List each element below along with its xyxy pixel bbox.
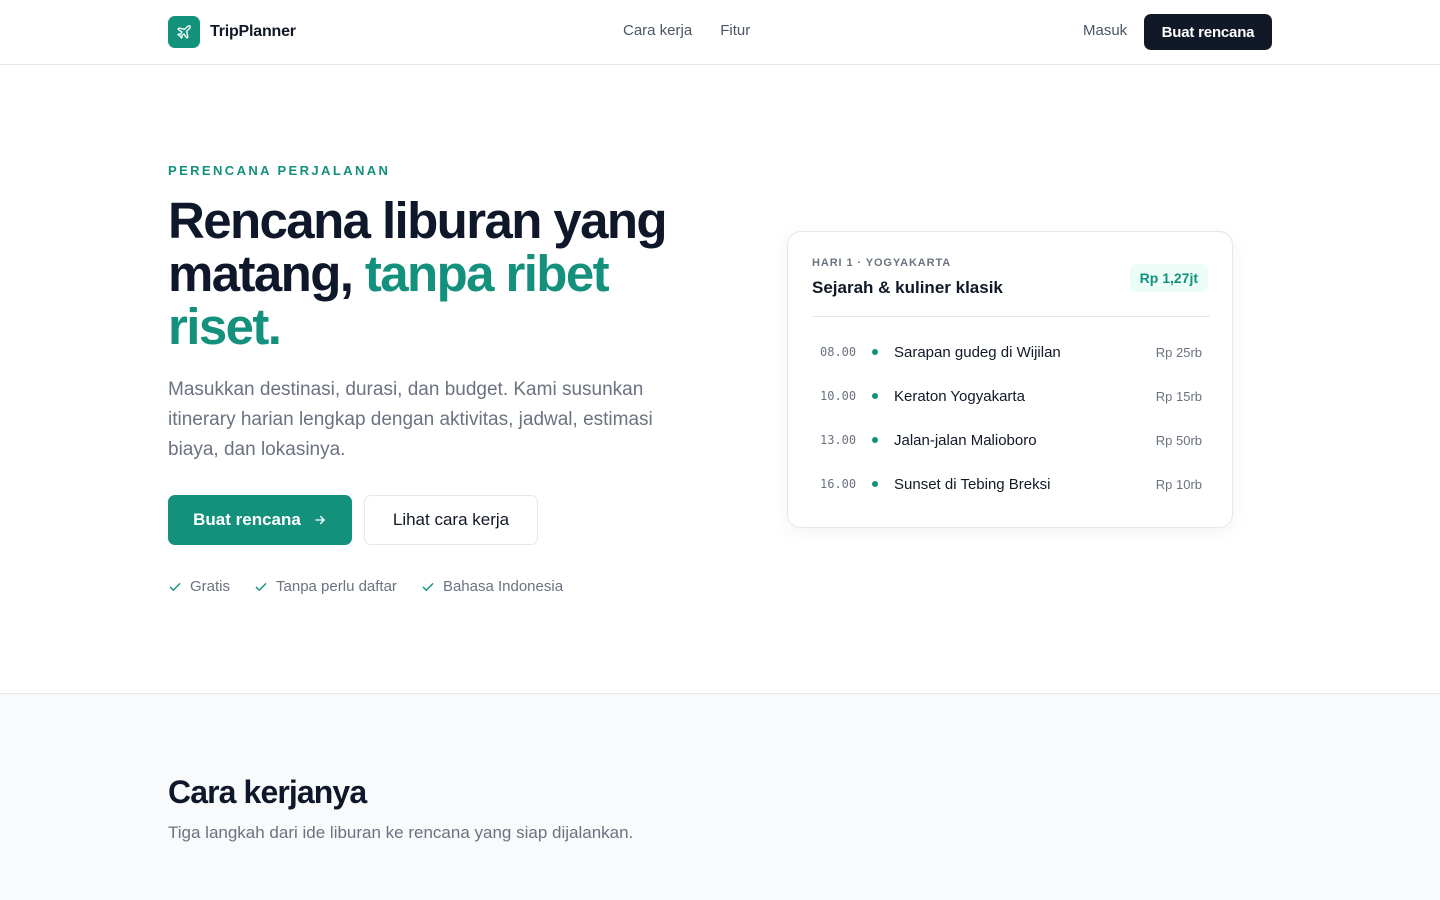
perk-label: Gratis <box>190 578 231 595</box>
row-activity: Keraton Yogyakarta <box>894 387 1025 405</box>
row-cost: Rp 10rb <box>1155 476 1202 492</box>
top-navbar: TripPlanner Cara kerja Fitur Masuk Buat … <box>0 0 1440 65</box>
row-time: 13.00 <box>820 433 857 447</box>
perk-item: Tanpa perlu daftar <box>254 578 397 595</box>
check-icon <box>255 582 267 591</box>
card-title: Sejarah & kuliner klasik <box>812 278 1003 297</box>
row-time: 16.00 <box>820 477 857 491</box>
timeline-dot <box>872 349 878 355</box>
brand-name: TripPlanner <box>210 23 296 40</box>
card-divider <box>812 316 1210 317</box>
check-icon <box>169 582 181 591</box>
section-title: Cara kerjanya <box>168 774 367 810</box>
itinerary-row: 10.00 Keraton Yogyakarta Rp 15rb <box>812 374 1210 418</box>
card-day-label: HARI 1 · YOGYAKARTA <box>812 257 952 269</box>
section-subtitle: Tiga langkah dari ide liburan ke rencana… <box>168 823 634 842</box>
perk-item: Gratis <box>168 578 230 595</box>
perk-item: Bahasa Indonesia <box>421 578 563 595</box>
itinerary-list: 08.00 Sarapan gudeg di Wijilan Rp 25rb 1… <box>812 330 1210 506</box>
perks-list: Gratis Tanpa perlu daftar Bahasa Indones… <box>168 578 563 595</box>
brand[interactable]: TripPlanner <box>168 16 296 48</box>
row-activity: Sunset di Tebing Breksi <box>894 475 1051 493</box>
timeline-dot <box>872 481 878 487</box>
login-link[interactable]: Masuk <box>1083 22 1127 39</box>
check-icon <box>422 582 434 591</box>
perk-label: Tanpa perlu daftar <box>276 578 397 595</box>
row-cost: Rp 15rb <box>1155 388 1202 404</box>
arrow-right-icon <box>315 515 325 525</box>
itinerary-row: 08.00 Sarapan gudeg di Wijilan Rp 25rb <box>812 330 1210 374</box>
nav-link-cara-kerja[interactable]: Cara kerja <box>623 22 692 39</box>
timeline-dot <box>872 393 878 399</box>
itinerary-row: 13.00 Jalan-jalan Malioboro Rp 50rb <box>812 418 1210 462</box>
how-it-works-section: Cara kerjanya Tiga langkah dari ide libu… <box>0 693 1440 900</box>
see-how-it-works-button[interactable]: Lihat cara kerja <box>364 495 538 545</box>
hero-eyebrow: PERENCANA PERJALANAN <box>168 163 391 178</box>
row-time: 08.00 <box>820 345 857 359</box>
itinerary-row: 16.00 Sunset di Tebing Breksi Rp 10rb <box>812 462 1210 506</box>
nav-links: Cara kerja Fitur <box>623 22 750 39</box>
hero-description: Masukkan destinasi, durasi, dan budget. … <box>168 379 653 460</box>
row-activity: Sarapan gudeg di Wijilan <box>894 343 1061 361</box>
timeline-dot <box>872 437 878 443</box>
row-time: 10.00 <box>820 389 857 403</box>
perk-label: Bahasa Indonesia <box>442 578 564 595</box>
plane-icon <box>168 16 200 48</box>
row-activity: Jalan-jalan Malioboro <box>894 431 1037 449</box>
itinerary-preview-card: HARI 1 · YOGYAKARTA Sejarah & kuliner kl… <box>787 231 1233 528</box>
row-cost: Rp 25rb <box>1155 344 1202 360</box>
nav-create-plan-button[interactable]: Buat rencana <box>1144 14 1272 50</box>
total-cost-badge: Rp 1,27jt <box>1129 264 1208 292</box>
create-plan-button[interactable]: Buat rencana <box>168 495 352 545</box>
create-plan-label: Buat rencana <box>193 510 301 529</box>
row-cost: Rp 50rb <box>1155 432 1202 448</box>
hero-title: Rencana liburan yang matang, tanpa ribet… <box>168 194 728 353</box>
nav-link-fitur[interactable]: Fitur <box>720 22 750 39</box>
